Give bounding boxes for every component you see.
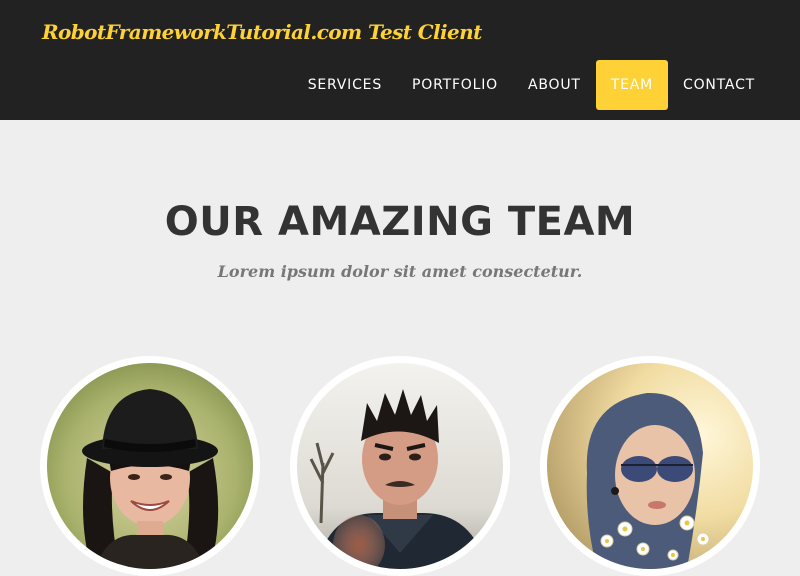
main-nav: SERVICES PORTFOLIO ABOUT TEAM CONTACT <box>293 60 770 110</box>
team-member-1-card <box>40 356 260 576</box>
team-member-2-photo <box>297 363 503 569</box>
nav-item-services[interactable]: SERVICES <box>293 60 397 110</box>
section-subheading: Lorem ipsum dolor sit amet consectetur. <box>217 262 583 281</box>
team-member-2-card <box>290 356 510 576</box>
team-member-3-card <box>540 356 760 576</box>
brand-logo-link[interactable]: RobotFrameworkTutorial.com Test Client <box>42 20 482 44</box>
nav-item-contact[interactable]: CONTACT <box>668 60 770 110</box>
navbar: RobotFrameworkTutorial.com Test Client S… <box>0 0 800 120</box>
nav-item-team[interactable]: TEAM <box>595 60 668 110</box>
nav-item-portfolio[interactable]: PORTFOLIO <box>397 60 513 110</box>
team-member-1-photo <box>47 363 253 569</box>
nav-item-about[interactable]: ABOUT <box>513 60 596 110</box>
team-member-3-photo <box>547 363 753 569</box>
section-heading: OUR AMAZING TEAM <box>164 199 636 245</box>
